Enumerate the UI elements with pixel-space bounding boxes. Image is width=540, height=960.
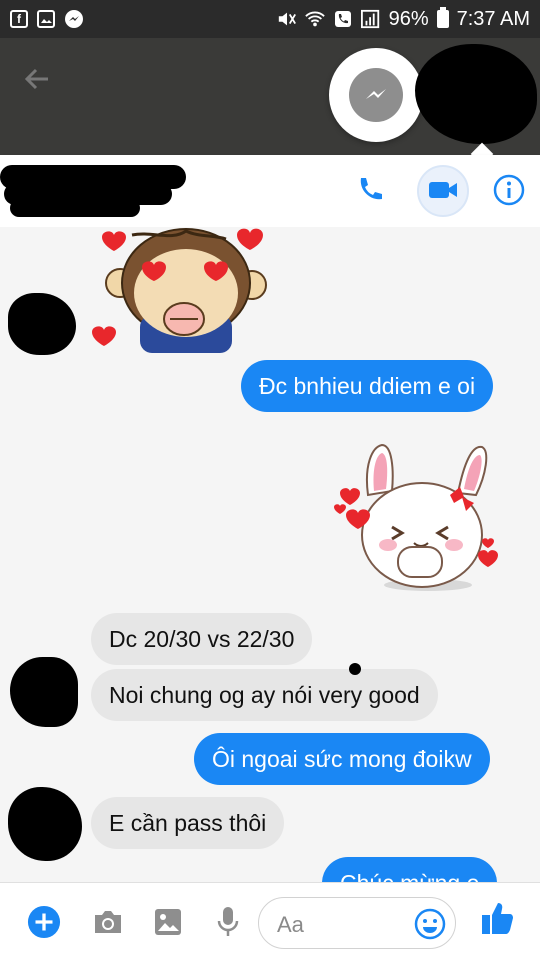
back-arrow-icon[interactable] [22, 64, 52, 94]
message-input-placeholder: Aa [277, 912, 304, 937]
mute-icon [277, 9, 297, 29]
monkey-heart-eyes-sticker[interactable] [92, 227, 272, 357]
messenger-chathead-button[interactable] [329, 48, 423, 142]
incoming-message[interactable]: E cần pass thôi [91, 797, 285, 849]
wifi-icon [304, 9, 325, 29]
contact-name-redacted [0, 161, 186, 219]
message-composer: Aa [0, 882, 540, 960]
battery-percentage: 96% [388, 7, 429, 30]
battery-icon [436, 7, 449, 28]
outgoing-message[interactable]: Chúc mừng e [322, 857, 498, 882]
info-icon[interactable] [492, 173, 526, 207]
messenger-icon [64, 9, 84, 29]
contact-avatar[interactable] [8, 787, 82, 861]
thumbs-up-icon[interactable] [480, 901, 514, 935]
contact-avatar[interactable] [10, 657, 78, 727]
outgoing-message[interactable]: Ôi ngoai sức mong đoikw [194, 733, 490, 785]
bunny-love-sticker[interactable] [330, 435, 500, 595]
message-input[interactable]: Aa [258, 897, 456, 949]
messenger-logo-icon [349, 68, 403, 122]
clock: 7:37 AM [456, 7, 530, 30]
gallery-icon [36, 9, 56, 29]
chat-heads-overlay [0, 38, 540, 155]
message-list[interactable]: Đc bnhieu ddiem e oi Dc 20/30 vs 22/30 N… [0, 227, 540, 882]
signal-icon [360, 9, 381, 29]
camera-icon[interactable] [91, 905, 125, 939]
emoji-icon[interactable] [413, 907, 447, 941]
seen-indicator [349, 663, 361, 675]
contact-chathead-avatar[interactable] [415, 44, 537, 144]
facebook-icon: f [10, 10, 28, 28]
contact-avatar[interactable] [8, 293, 76, 355]
notification-icons: f [10, 9, 84, 29]
microphone-icon[interactable] [211, 905, 245, 939]
phone-icon[interactable] [353, 173, 387, 207]
outgoing-message[interactable]: Đc bnhieu ddiem e oi [241, 360, 494, 412]
incoming-message[interactable]: Dc 20/30 vs 22/30 [91, 613, 313, 665]
conversation-header [0, 155, 540, 227]
video-call-icon[interactable] [426, 173, 460, 207]
plus-icon[interactable] [27, 905, 61, 939]
image-icon[interactable] [151, 905, 185, 939]
status-bar: f 96% 7:37 AM [0, 0, 540, 38]
incoming-message[interactable]: Noi chung og ay nói very good [91, 669, 438, 721]
call-icon [333, 9, 353, 29]
